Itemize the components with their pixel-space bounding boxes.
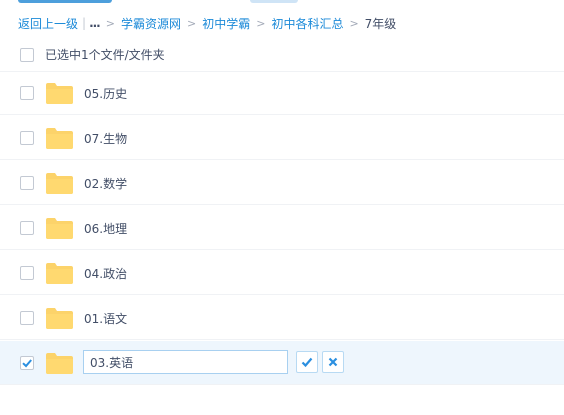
breadcrumb-current: 7年级 <box>364 16 397 31</box>
folder-icon <box>46 308 73 329</box>
file-name[interactable]: 02.数学 <box>84 175 127 192</box>
folder-icon <box>46 263 73 284</box>
breadcrumb: 返回上一级 | ... > 学霸资源网 > 初中学霸 > 初中各科汇总 > 7年… <box>18 15 396 31</box>
breadcrumb-separator: > <box>105 16 115 30</box>
row-checkbox[interactable] <box>20 86 34 100</box>
file-name[interactable]: 05.历史 <box>84 85 127 102</box>
select-all-checkbox[interactable] <box>20 48 34 62</box>
file-name[interactable]: 01.语文 <box>84 310 127 327</box>
list-item-editing[interactable] <box>0 341 564 385</box>
row-checkbox[interactable] <box>20 311 34 325</box>
file-name[interactable]: 06.地理 <box>84 220 127 237</box>
check-icon <box>22 359 32 368</box>
folder-icon <box>46 353 73 374</box>
tab-indicator <box>250 0 298 3</box>
row-checkbox[interactable] <box>20 176 34 190</box>
top-tab-strip <box>0 0 564 6</box>
breadcrumb-item[interactable]: 初中各科汇总 <box>271 15 343 32</box>
file-name[interactable]: 07.生物 <box>84 130 127 147</box>
list-item[interactable]: 04.政治 <box>0 251 564 295</box>
back-link[interactable]: 返回上一级 <box>18 15 78 32</box>
breadcrumb-divider: | <box>82 16 87 30</box>
rename-input[interactable] <box>83 350 288 374</box>
list-item[interactable]: 07.生物 <box>0 116 564 160</box>
list-header: 已选中1个文件/文件夹 <box>0 38 564 72</box>
breadcrumb-separator: > <box>186 16 197 30</box>
breadcrumb-item[interactable]: 初中学霸 <box>202 15 250 32</box>
folder-icon <box>46 83 73 104</box>
folder-icon <box>46 128 73 149</box>
confirm-rename-button[interactable] <box>296 351 318 373</box>
breadcrumb-separator: > <box>256 16 266 30</box>
list-item[interactable]: 06.地理 <box>0 206 564 250</box>
list-item[interactable]: 05.历史 <box>0 71 564 115</box>
row-checkbox[interactable] <box>20 221 34 235</box>
breadcrumb-item[interactable]: 学霸资源网 <box>121 15 181 32</box>
close-icon <box>328 357 338 367</box>
cancel-rename-button[interactable] <box>322 351 344 373</box>
row-checkbox[interactable] <box>20 266 34 280</box>
file-name[interactable]: 04.政治 <box>84 265 127 282</box>
list-item[interactable]: 02.数学 <box>0 161 564 205</box>
active-tab-indicator <box>18 0 112 3</box>
row-checkbox[interactable] <box>20 131 34 145</box>
check-icon <box>301 357 313 368</box>
breadcrumb-separator: > <box>349 16 359 30</box>
folder-icon <box>46 173 73 194</box>
selection-count-label: 已选中1个文件/文件夹 <box>45 48 165 62</box>
breadcrumb-ellipsis[interactable]: ... <box>89 16 101 30</box>
folder-icon <box>46 218 73 239</box>
list-item[interactable]: 01.语文 <box>0 296 564 340</box>
row-checkbox-checked[interactable] <box>20 356 34 370</box>
